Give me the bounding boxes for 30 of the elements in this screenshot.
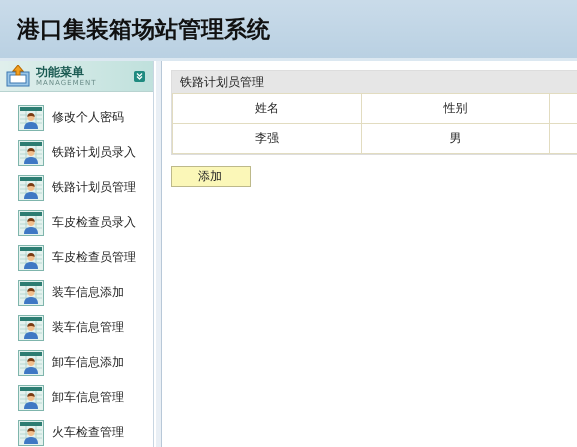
menu-item[interactable]: 车皮检查员管理: [52, 249, 136, 266]
panel-title: 铁路计划员管理: [172, 71, 577, 93]
table-cell: 男: [361, 124, 550, 154]
user-card-icon: [18, 314, 44, 340]
table-cell: 李强: [172, 124, 362, 154]
menu-item[interactable]: 铁路计划员管理: [52, 179, 136, 196]
menu-item[interactable]: 修改个人密码: [52, 109, 124, 126]
column-header: 姓名: [172, 94, 362, 124]
user-card-icon: [18, 244, 44, 270]
app-title: 港口集装箱场站管理系统: [17, 14, 270, 44]
add-button[interactable]: 添加: [171, 166, 251, 187]
column-header: 性别: [361, 94, 550, 124]
menu-item[interactable]: 铁路计划员录入: [52, 144, 136, 161]
menu-item[interactable]: 车皮检查员录入: [52, 214, 136, 231]
menu-item[interactable]: 卸车信息添加: [52, 354, 124, 371]
menu-item[interactable]: 火车检查管理: [52, 424, 124, 441]
user-card-icon: [18, 104, 44, 130]
user-card-icon: [18, 280, 44, 306]
user-card-icon: [18, 350, 44, 376]
user-card-icon: [18, 140, 44, 166]
user-card-icon: [18, 420, 44, 446]
user-card-icon: [18, 210, 44, 236]
user-card-icon: [18, 384, 44, 410]
menu-item[interactable]: 装车信息管理: [52, 319, 124, 336]
collapse-icon[interactable]: [134, 70, 145, 82]
user-card-icon: [18, 174, 44, 200]
menu-title: 功能菜单: [36, 66, 85, 78]
menu-item[interactable]: 装车信息添加: [52, 284, 124, 301]
menu-item[interactable]: 卸车信息管理: [52, 389, 124, 406]
folder-icon: [6, 65, 30, 87]
